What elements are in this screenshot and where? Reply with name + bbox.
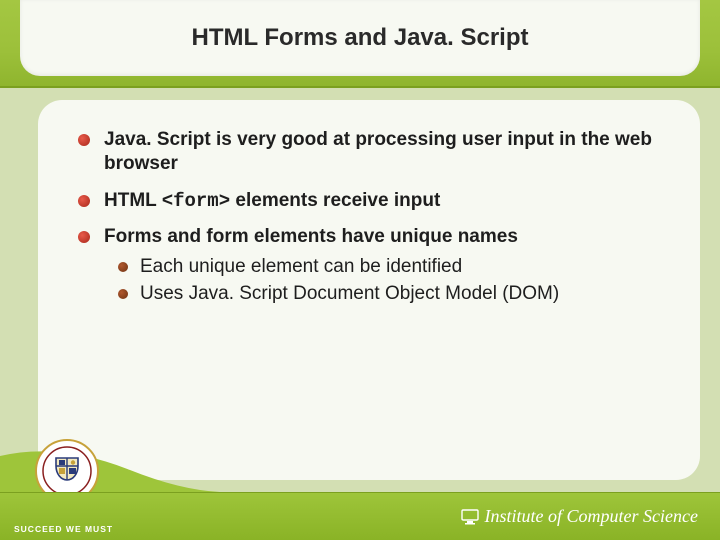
bullet-item: HTML <form> elements receive input xyxy=(74,189,670,213)
footer-motto: SUCCEED WE MUST xyxy=(14,524,113,534)
bullet-text: Forms and form elements have unique name… xyxy=(104,226,518,247)
bullet-text-post: elements receive input xyxy=(230,190,440,211)
sub-bullet-item: Each unique element can be identified xyxy=(104,255,670,280)
header-inner: HTML Forms and Java. Script xyxy=(20,0,700,76)
bullet-code: <form> xyxy=(162,190,230,212)
footer-swoosh xyxy=(0,450,220,492)
sub-bullet-list: Each unique element can be identified Us… xyxy=(104,255,670,306)
bullet-text: Java. Script is very good at processing … xyxy=(104,129,652,174)
footer-band: SUCCEED WE MUST Institute of Computer Sc… xyxy=(0,492,720,540)
header-band: HTML Forms and Java. Script xyxy=(0,0,720,88)
footer-institute: Institute of Computer Science xyxy=(461,506,698,527)
sub-bullet-text: Uses Java. Script Document Object Model … xyxy=(140,283,559,304)
slide-title: HTML Forms and Java. Script xyxy=(192,24,529,52)
footer-institute-text: Institute of Computer Science xyxy=(485,506,698,527)
sub-bullet-item: Uses Java. Script Document Object Model … xyxy=(104,282,670,307)
sub-bullet-text: Each unique element can be identified xyxy=(140,256,462,277)
bullet-text-pre: HTML xyxy=(104,190,162,211)
slide: HTML Forms and Java. Script Java. Script… xyxy=(0,0,720,540)
bullet-item: Java. Script is very good at processing … xyxy=(74,128,670,177)
monitor-icon xyxy=(461,508,479,526)
bullet-item: Forms and form elements have unique name… xyxy=(74,225,670,307)
bullet-list: Java. Script is very good at processing … xyxy=(74,128,670,307)
content-panel: Java. Script is very good at processing … xyxy=(38,100,700,480)
